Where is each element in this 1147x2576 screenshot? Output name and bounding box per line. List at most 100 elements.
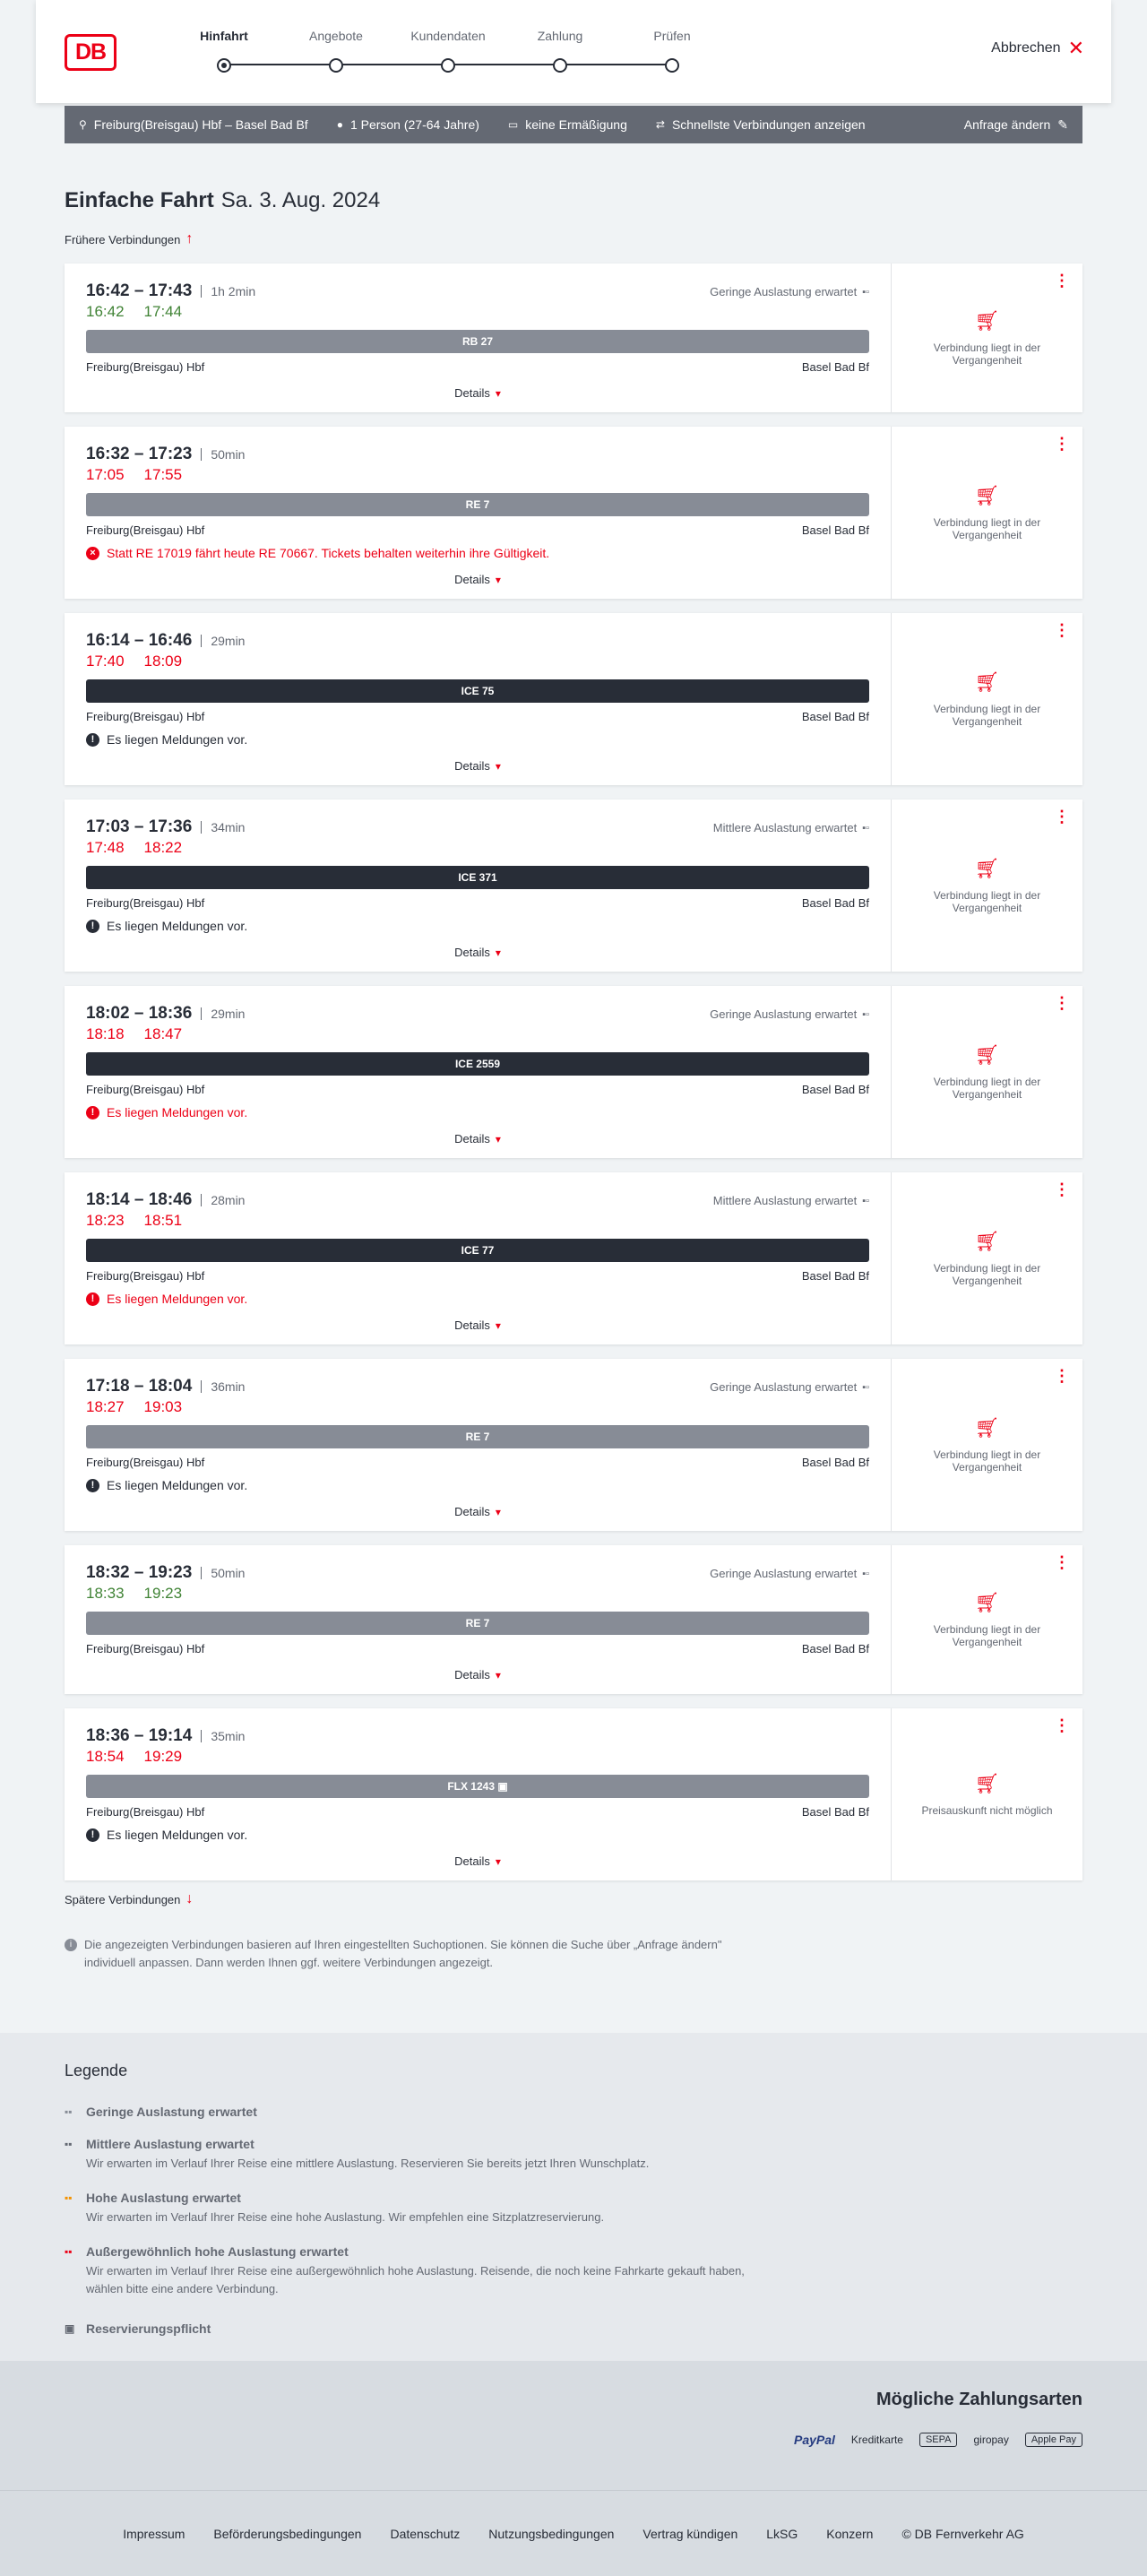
price-panel: ⋮ 🛒︎ Verbindung liegt in der Vergangenheit (892, 800, 1082, 972)
details-toggle[interactable]: Details ▾ (86, 1505, 869, 1518)
occupancy-icon: ▪▫ (862, 1195, 869, 1206)
progress-step[interactable]: Zahlung (497, 29, 623, 73)
details-toggle[interactable]: Details ▾ (86, 1854, 869, 1868)
connection-card[interactable]: 18:14 – 18:46 28min Mittlere Auslastung er… (65, 1172, 1082, 1344)
connection-message[interactable]: × Statt RE 17019 fährt heute RE 70667. Ti… (86, 546, 869, 560)
train-bar[interactable]: RE 7 (86, 1612, 869, 1635)
realtime-times: 18:54 19:29 (86, 1748, 869, 1768)
footer-link[interactable]: Vertrag kündigen (642, 2527, 737, 2541)
price-panel: ⋮ 🛒︎ Verbindung liegt in der Vergangenheit (892, 427, 1082, 599)
arrival-station: Basel Bad Bf (801, 1805, 869, 1819)
departure-station: Freiburg(Breisgau) Hbf (86, 1642, 205, 1655)
cancel-button[interactable]: Abbrechen ✕ (991, 39, 1084, 58)
planned-times: 16:14 – 16:46 (86, 631, 193, 650)
realtime-times: 18:18 18:47 (86, 1025, 869, 1045)
footer-link[interactable]: Konzern (826, 2527, 873, 2541)
alert-icon: ! (86, 1292, 99, 1306)
connection-card[interactable]: 16:32 – 17:23 50min 17:05 17:55 RE 7 Freiburg… (65, 427, 1082, 599)
footer-link[interactable]: Impressum (123, 2527, 185, 2541)
details-toggle[interactable]: Details ▾ (86, 1318, 869, 1332)
train-bar[interactable]: ICE 2559 (86, 1052, 869, 1076)
alert-icon: ! (86, 919, 99, 933)
stations-row: Freiburg(Breisgau) Hbf Basel Bad Bf (86, 1805, 869, 1819)
connection-header-row: 17:18 – 18:04 36min Geringe Auslastung erw… (86, 1377, 869, 1396)
connection-card[interactable]: 18:32 – 19:23 50min Geringe Auslastung erw… (65, 1545, 1082, 1694)
train-bar[interactable]: RB 27 (86, 330, 869, 353)
more-options-icon[interactable]: ⋮ (1054, 995, 1070, 1011)
details-toggle[interactable]: Details ▾ (86, 1132, 869, 1145)
trip-date: Sa. 3. Aug. 2024 (220, 188, 381, 212)
progress-step-label: Prüfen (653, 29, 691, 43)
more-options-icon[interactable]: ⋮ (1054, 622, 1070, 638)
progress-step[interactable]: Hinfahrt (161, 29, 287, 73)
train-bar[interactable]: RE 7 (86, 1425, 869, 1448)
occupancy-indicator: Geringe Auslastung erwartet ▪▫ (710, 1007, 869, 1021)
payment-section: Mögliche Zahlungsarten PayPal Kreditkarte… (0, 2361, 1147, 2490)
connection-message[interactable]: ! Es liegen Meldungen vor. (86, 1478, 869, 1492)
person-icon: ● (336, 118, 343, 131)
realtime-times: 17:40 18:09 (86, 653, 869, 672)
connection-card[interactable]: 16:42 – 17:43 1h 2min Geringe Auslastung e… (65, 264, 1082, 412)
legend-item: ▣ Reservierungspflicht (65, 2321, 781, 2336)
occupancy-label: Mittlere Auslastung erwartet (712, 1194, 858, 1207)
stations-row: Freiburg(Breisgau) Hbf Basel Bad Bf (86, 360, 869, 374)
footer-link[interactable]: Beförderungsbedingungen (213, 2527, 361, 2541)
details-toggle[interactable]: Details ▾ (86, 1668, 869, 1681)
more-options-icon[interactable]: ⋮ (1054, 808, 1070, 825)
progress-step[interactable]: Prüfen (609, 29, 735, 73)
details-toggle[interactable]: Details ▾ (86, 573, 869, 586)
footer-link[interactable]: LkSG (766, 2527, 798, 2541)
connection-message[interactable]: ! Es liegen Meldungen vor. (86, 1105, 869, 1119)
details-toggle[interactable]: Details ▾ (86, 386, 869, 400)
departure-station: Freiburg(Breisgau) Hbf (86, 896, 205, 910)
connection-card[interactable]: 18:02 – 18:36 29min Geringe Auslastung erw… (65, 986, 1082, 1158)
progress-step[interactable]: Angebote (273, 29, 399, 73)
more-options-icon[interactable]: ⋮ (1054, 1368, 1070, 1384)
train-bar[interactable]: ICE 77 (86, 1239, 869, 1262)
more-options-icon[interactable]: ⋮ (1054, 272, 1070, 289)
connection-card[interactable]: 17:03 – 17:36 34min Mittlere Auslastung er… (65, 800, 1082, 972)
connection-card[interactable]: 18:36 – 19:14 35min 18:54 19:29 FLX 1243 ▣ Fr… (65, 1708, 1082, 1880)
earlier-connections-link[interactable]: Frühere Verbindungen ↑ (65, 231, 193, 247)
train-bar[interactable]: RE 7 (86, 493, 869, 516)
legend-title: Legende (65, 2062, 128, 2079)
connection-message[interactable]: ! Es liegen Meldungen vor. (86, 919, 869, 933)
more-options-icon[interactable]: ⋮ (1054, 436, 1070, 452)
realtime-arrival: 19:03 (143, 1398, 183, 1415)
giropay-icon: giropay (973, 2433, 1009, 2446)
price-panel-text: Preisauskunft nicht möglich (921, 1804, 1053, 1817)
alert-icon: ! (86, 1478, 99, 1492)
later-connections-link[interactable]: Spätere Verbindungen ↓ (65, 1891, 193, 1907)
connection-message[interactable]: ! Es liegen Meldungen vor. (86, 1828, 869, 1842)
details-toggle[interactable]: Details ▾ (86, 759, 869, 773)
more-options-icon[interactable]: ⋮ (1054, 1181, 1070, 1197)
train-bar[interactable]: ICE 371 (86, 866, 869, 889)
connection-message-text: Es liegen Meldungen vor. (107, 1828, 248, 1842)
occupancy-icon: ▪▪ (65, 2245, 73, 2258)
alert-icon: ! (86, 1105, 99, 1119)
footer-link[interactable]: Datenschutz (390, 2527, 460, 2541)
connection-message-text: Es liegen Meldungen vor. (107, 732, 248, 747)
connection-header-row: 17:03 – 17:36 34min Mittlere Auslastung er… (86, 817, 869, 837)
connection-message[interactable]: ! Es liegen Meldungen vor. (86, 732, 869, 747)
db-logo[interactable]: DB (65, 34, 116, 71)
connection-card[interactable]: 17:18 – 18:04 36min Geringe Auslastung erw… (65, 1359, 1082, 1531)
search-info-note: i Die angezeigten Verbindungen basieren … (65, 1936, 763, 1972)
more-options-icon[interactable]: ⋮ (1054, 1554, 1070, 1570)
footer-link[interactable]: Nutzungsbedingungen (488, 2527, 614, 2541)
train-bar[interactable]: ICE 75 (86, 679, 869, 703)
train-name: RE 7 (465, 1617, 490, 1629)
connection-message[interactable]: ! Es liegen Meldungen vor. (86, 1292, 869, 1306)
progress-step[interactable]: Kundendaten (385, 29, 511, 73)
details-label: Details (454, 1854, 490, 1868)
departure-station: Freiburg(Breisgau) Hbf (86, 360, 205, 374)
details-toggle[interactable]: Details ▾ (86, 946, 869, 959)
train-bar[interactable]: FLX 1243 ▣ (86, 1775, 869, 1798)
progress-step-label: Hinfahrt (200, 29, 248, 43)
connection-card[interactable]: 16:14 – 16:46 29min 17:40 18:09 ICE 75 Freibu… (65, 613, 1082, 785)
progress-step-dot (665, 58, 679, 73)
change-request-button[interactable]: Anfrage ändern ✎ (964, 117, 1068, 133)
more-options-icon[interactable]: ⋮ (1054, 1717, 1070, 1733)
details-label: Details (454, 759, 490, 773)
occupancy-indicator: Geringe Auslastung erwartet ▪▫ (710, 285, 869, 298)
